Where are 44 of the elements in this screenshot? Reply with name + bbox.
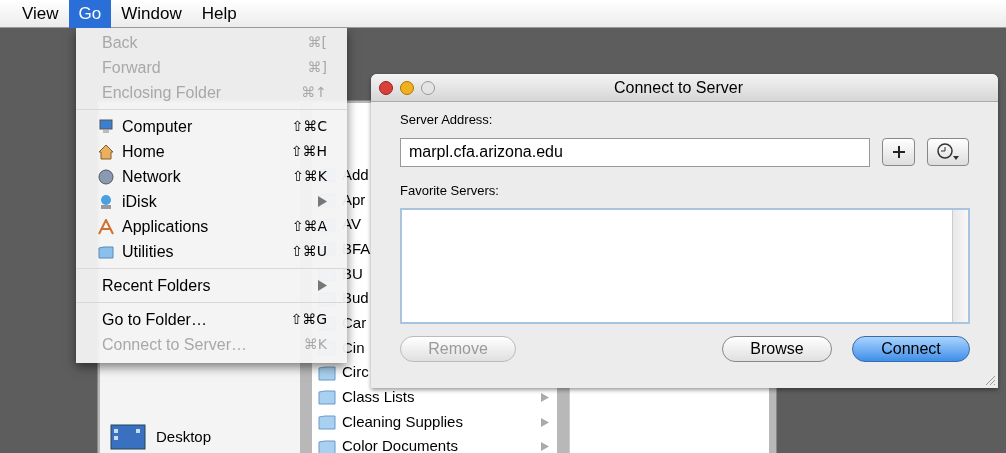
- minimize-button[interactable]: [400, 80, 414, 95]
- shortcut-label: ⇧⌘H: [290, 142, 327, 161]
- menu-item[interactable]: iDisk: [76, 189, 347, 214]
- sidebar-item[interactable]: Desktop: [156, 425, 212, 449]
- menu-bar-item[interactable]: Window: [111, 0, 192, 28]
- menu-bar-item[interactable]: Help: [191, 0, 247, 28]
- house-icon: [98, 143, 114, 160]
- resize-grip-icon: [984, 374, 996, 386]
- shortcut-label: ⌘[: [307, 33, 327, 52]
- dialog-button[interactable]: Connect: [852, 336, 970, 362]
- globe-icon: [98, 168, 114, 185]
- folder-name[interactable]: Class Lists: [342, 386, 535, 409]
- menu-item[interactable]: Applications ⇧⌘A: [76, 214, 347, 239]
- menu-item[interactable]: Home ⇧⌘H: [76, 139, 347, 164]
- desktop-icon: [110, 424, 146, 450]
- field-label: Favorite Servers:: [400, 181, 500, 200]
- server-address-field[interactable]: marpl.cfa.arizona.edu: [400, 137, 870, 167]
- disclosure-arrow-icon: [541, 392, 549, 402]
- folder-name[interactable]: Color Documents: [342, 435, 535, 453]
- shortcut-label: ⌘↑: [301, 83, 327, 102]
- monitor-icon: [98, 118, 114, 135]
- menu-item[interactable]: Recent Folders: [76, 273, 347, 298]
- add-button[interactable]: [882, 138, 915, 166]
- disclosure-arrow-icon: [541, 442, 549, 452]
- disclosure-arrow-icon: [541, 417, 549, 427]
- plus-icon: [891, 145, 906, 159]
- compass-icon: [98, 218, 114, 235]
- menu-bar-item[interactable]: View: [12, 0, 69, 28]
- folder-name[interactable]: Cleaning Supplies: [342, 410, 535, 434]
- dialog-button[interactable]: Browse: [722, 336, 832, 362]
- close-button[interactable]: [379, 80, 393, 95]
- menu-bar-item[interactable]: Go: [68, 0, 112, 28]
- shortcut-label: ⌘]: [307, 58, 327, 77]
- shortcut-label: ⇧⌘U: [291, 242, 327, 261]
- field-label: Server Address:: [400, 111, 494, 129]
- shortcut-label: ⇧⌘C: [291, 117, 327, 136]
- recent-servers-button[interactable]: [927, 138, 969, 166]
- shortcut-label: ⇧⌘G: [290, 310, 327, 329]
- menu-item[interactable]: Computer ⇧⌘C: [76, 114, 347, 139]
- disk-icon: [98, 193, 114, 210]
- clock-dropdown-icon: [936, 143, 960, 161]
- window-title: Connect to Server: [614, 77, 743, 98]
- shortcut-label: ⌘K: [303, 335, 327, 354]
- shortcut-label: ⇧⌘A: [291, 217, 327, 236]
